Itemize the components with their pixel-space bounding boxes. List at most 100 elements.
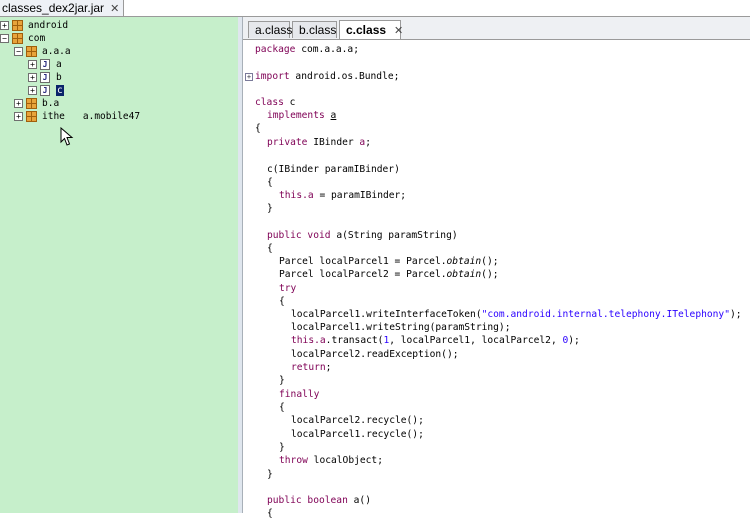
tree-label: android (28, 20, 69, 31)
tree-node-b-a[interactable]: + b.a (14, 97, 59, 110)
code-line: localParcel1.recycle(); (291, 429, 424, 440)
package-icon (26, 46, 37, 57)
collapse-icon[interactable]: − (0, 34, 9, 43)
code-line: localParcel1.writeInterfaceToken("com.an… (291, 308, 742, 321)
code-line: import android.os.Bundle; (255, 70, 399, 83)
string-literal: "com.android.internal.telephony.ITelepho… (481, 309, 730, 320)
code-line: this.a.transact(1, localParcel1, localPa… (291, 334, 580, 347)
code-line: } (279, 375, 285, 386)
close-icon[interactable]: ✕ (110, 2, 119, 15)
package-icon (12, 20, 23, 31)
close-icon[interactable]: ✕ (394, 24, 403, 37)
jar-tab-label: classes_dex2jar.jar (2, 1, 105, 15)
tree-node-com[interactable]: − com (0, 32, 45, 45)
code-text: = paramIBinder; (313, 190, 407, 201)
tree-label: b (56, 72, 62, 83)
keyword: import (255, 71, 290, 82)
expand-icon[interactable]: + (28, 86, 37, 95)
field-name: .a (302, 190, 314, 201)
tab-c-class[interactable]: c.class ✕ (339, 20, 403, 39)
code-line: { (267, 508, 273, 519)
tree-node-android[interactable]: + android (0, 19, 68, 32)
tab-a-class[interactable]: a.class (248, 21, 293, 38)
code-line: throw localObject; (279, 454, 383, 467)
expand-icon[interactable]: + (14, 112, 23, 121)
tree-node-class-b[interactable]: + J b (28, 71, 62, 84)
code-line: { (255, 123, 261, 134)
editor-gutter: + (243, 40, 253, 513)
tab-label: a.class (255, 23, 293, 37)
code-line: { (279, 402, 285, 413)
keyword: throw (279, 455, 308, 466)
code-line: { (279, 296, 285, 307)
code-line: } (279, 442, 285, 453)
code-line: { (267, 243, 273, 254)
tree-label: a (56, 59, 62, 70)
code-text: (); (481, 256, 499, 267)
code-line: localParcel2.recycle(); (291, 415, 424, 426)
keyword: this (291, 335, 315, 346)
keyword: return (291, 362, 326, 373)
code-line: Parcel localParcel2 = Parcel.obtain(); (279, 268, 499, 281)
package-tree[interactable]: + android − com − a.a.a + J a + J b + J … (0, 17, 239, 513)
keyword: void (301, 230, 331, 241)
tree-node-class-c[interactable]: + J c (28, 84, 64, 97)
code-line: private IBinder a; (267, 136, 371, 149)
code-line: } (267, 203, 273, 214)
code-text: a() (347, 495, 371, 506)
code-text: .transact( (325, 335, 384, 346)
tree-node-ithe[interactable]: + ithe a.mobile47 (14, 110, 140, 123)
code-line: try (279, 282, 296, 295)
code-text: , localParcel1, localParcel2, (389, 335, 563, 346)
expand-icon[interactable]: + (14, 99, 23, 108)
keyword: try (279, 283, 297, 294)
code-text: com.a.a.a; (295, 44, 359, 55)
code-line: localParcel1.writeString(paramString); (291, 322, 511, 333)
tree-node-a-a-a[interactable]: − a.a.a (14, 45, 71, 58)
tree-label: a.mobile47 (82, 111, 141, 122)
code-line: return; (291, 361, 331, 374)
code-editor[interactable]: + package com.a.a.a; import android.os.B… (243, 40, 750, 519)
code-text: ; (365, 137, 371, 148)
code-line: class c (255, 96, 295, 109)
keyword: public (267, 495, 302, 506)
mouse-pointer-icon (60, 127, 74, 146)
code-text: c (283, 97, 296, 108)
code-line: public void a(String paramString) (267, 229, 458, 242)
package-icon (26, 98, 37, 109)
code-text: localParcel1.writeInterfaceToken( (291, 309, 482, 320)
expand-icon[interactable]: + (28, 73, 37, 82)
code-line: package com.a.a.a; (255, 43, 359, 56)
code-text: IBinder (307, 137, 360, 148)
tree-label: b.a (42, 98, 60, 109)
collapse-icon[interactable]: − (14, 47, 23, 56)
expand-icon[interactable]: + (28, 60, 37, 69)
code-line: Parcel localParcel1 = Parcel.obtain(); (279, 255, 499, 268)
expand-icon[interactable]: + (0, 21, 9, 30)
code-line: } (267, 469, 273, 480)
class-file-icon: J (40, 59, 50, 70)
tree-node-class-a[interactable]: + J a (28, 58, 62, 71)
tree-label: a.a.a (42, 46, 71, 57)
code-line: implements a (267, 109, 336, 122)
top-tab-bar: classes_dex2jar.jar ✕ (0, 0, 750, 17)
code-text: android.os.Bundle; (289, 71, 400, 82)
jar-tab[interactable]: classes_dex2jar.jar ✕ (0, 0, 125, 16)
fold-expand-icon[interactable]: + (245, 73, 253, 81)
keyword: public (267, 230, 302, 241)
keyword: this (279, 190, 303, 201)
tab-b-class[interactable]: b.class (292, 21, 337, 38)
code-link[interactable]: a (331, 110, 337, 121)
code-line: public boolean a() (267, 494, 371, 507)
keyword: boolean (301, 495, 348, 506)
editor-tab-bar: a.class b.class c.class ✕ (243, 17, 750, 40)
tree-label: com (28, 33, 46, 44)
code-text: Parcel localParcel2 = Parcel. (279, 269, 447, 280)
code-text: Parcel localParcel1 = Parcel. (279, 256, 447, 267)
keyword: finally (279, 389, 320, 400)
code-line: finally (279, 388, 319, 401)
tree-label: ithe (42, 111, 65, 122)
code-line: localParcel2.readException(); (291, 349, 459, 360)
code-text: ); (729, 309, 742, 320)
keyword: implements (267, 110, 325, 121)
